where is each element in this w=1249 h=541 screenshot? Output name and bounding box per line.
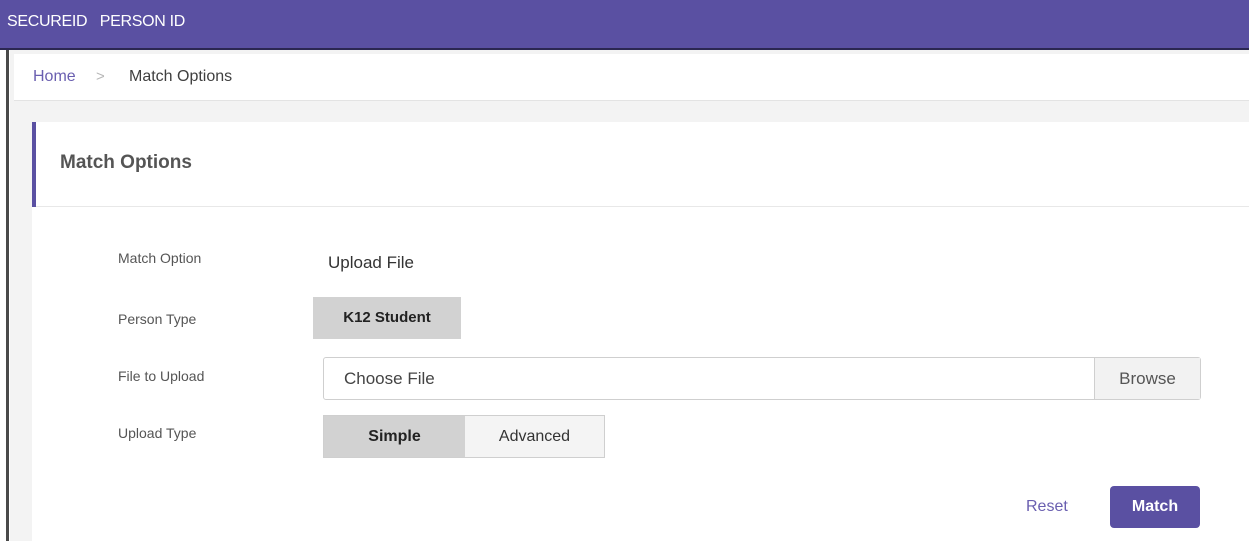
match-option-label: Match Option — [118, 250, 202, 266]
left-rail — [0, 50, 10, 541]
person-type-label: Person Type — [118, 311, 197, 327]
breadcrumb: Home > Match Options — [14, 54, 1249, 101]
file-upload-group: Choose File Browse — [323, 357, 1201, 400]
reset-link[interactable]: Reset — [1026, 498, 1068, 516]
browse-button[interactable]: Browse — [1094, 358, 1200, 399]
panel-accent-bar — [32, 122, 36, 207]
top-navbar: SECUREID PERSON ID — [0, 0, 1249, 50]
breadcrumb-home-link[interactable]: Home — [33, 68, 76, 86]
match-option-value: Upload File — [328, 253, 414, 272]
upload-type-simple-option[interactable]: Simple — [324, 416, 465, 457]
upload-type-advanced-option[interactable]: Advanced — [465, 416, 604, 457]
upload-type-label: Upload Type — [118, 425, 197, 441]
person-type-badge: K12 Student — [313, 297, 461, 339]
panel-title: Match Options — [60, 152, 192, 173]
file-upload-input[interactable]: Choose File — [324, 358, 1094, 399]
breadcrumb-current: Match Options — [129, 68, 233, 85]
file-to-upload-label: File to Upload — [118, 368, 205, 384]
panel-header: Match Options — [32, 122, 1249, 207]
match-button[interactable]: Match — [1110, 486, 1200, 528]
app-brand[interactable]: SECUREID PERSON ID — [7, 13, 185, 31]
upload-type-toggle: Simple Advanced — [323, 415, 605, 458]
match-options-panel: Match Options Match Option Upload File P… — [32, 122, 1249, 541]
breadcrumb-separator-icon: > — [96, 68, 105, 85]
